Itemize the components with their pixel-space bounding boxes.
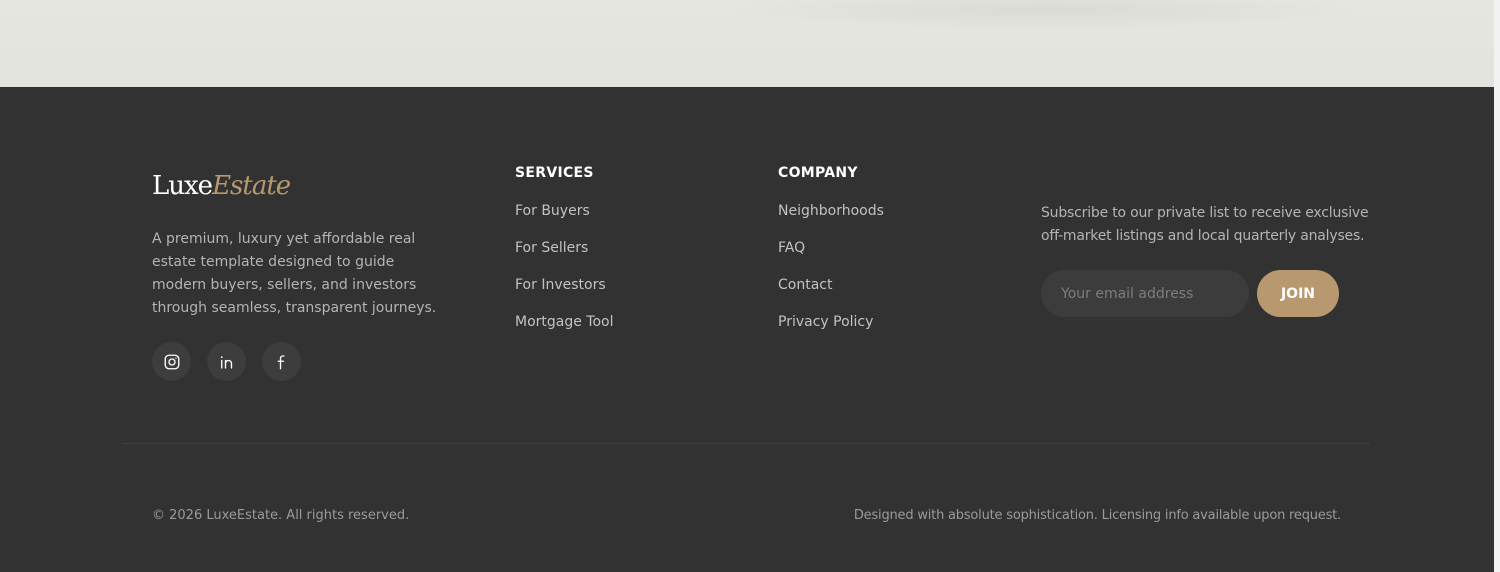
site-footer: LuxeEstate A premium, luxury yet afforda… [0, 87, 1494, 572]
newsletter-line-2: off-market listings and local quarterly … [1041, 228, 1365, 244]
card-shadow [720, 0, 1370, 30]
facebook-icon [277, 354, 285, 369]
company-column: COMPANY Neighborhoods FAQ Contact Privac… [778, 165, 884, 348]
linkedin-link[interactable] [207, 342, 246, 381]
link-neighborhoods[interactable]: Neighborhoods [778, 203, 884, 219]
logo-main-text: Luxe [152, 171, 213, 201]
link-privacy-policy[interactable]: Privacy Policy [778, 314, 873, 330]
newsletter-blurb: Subscribe to our private list to receive… [1041, 202, 1369, 248]
services-column: SERVICES For Buyers For Sellers For Inve… [515, 165, 614, 348]
services-heading: SERVICES [515, 165, 594, 181]
link-faq[interactable]: FAQ [778, 240, 805, 256]
facebook-link[interactable] [262, 342, 301, 381]
logo-accent-text: Estate [212, 171, 291, 201]
footer-description: A premium, luxury yet affordable real es… [152, 231, 437, 316]
credits-text: Designed with absolute sophistication. L… [853, 508, 1341, 523]
instagram-link[interactable] [152, 342, 191, 381]
link-contact[interactable]: Contact [778, 277, 832, 293]
social-links [152, 342, 301, 381]
link-for-sellers[interactable]: For Sellers [515, 240, 588, 256]
services-links: For Buyers For Sellers For Investors Mor… [515, 200, 614, 348]
company-links: Neighborhoods FAQ Contact Privacy Policy [778, 200, 884, 348]
link-for-investors[interactable]: For Investors [515, 277, 606, 293]
linkedin-icon [220, 355, 232, 369]
link-for-buyers[interactable]: For Buyers [515, 203, 590, 219]
scrollbar-track[interactable] [1494, 0, 1500, 572]
newsletter-form: JOIN [1041, 270, 1339, 317]
email-input[interactable] [1041, 270, 1249, 317]
join-button[interactable]: JOIN [1257, 270, 1339, 317]
link-mortgage-tool[interactable]: Mortgage Tool [515, 314, 614, 330]
footer-logo[interactable]: LuxeEstate [152, 171, 291, 201]
footer-divider [122, 443, 1370, 444]
page-section-end [0, 0, 1494, 87]
instagram-icon [164, 354, 179, 369]
company-heading: COMPANY [778, 165, 858, 181]
copyright-text: © 2026 LuxeEstate. All rights reserved. [152, 508, 410, 523]
newsletter-line-1: Subscribe to our private list to receive… [1041, 205, 1369, 221]
